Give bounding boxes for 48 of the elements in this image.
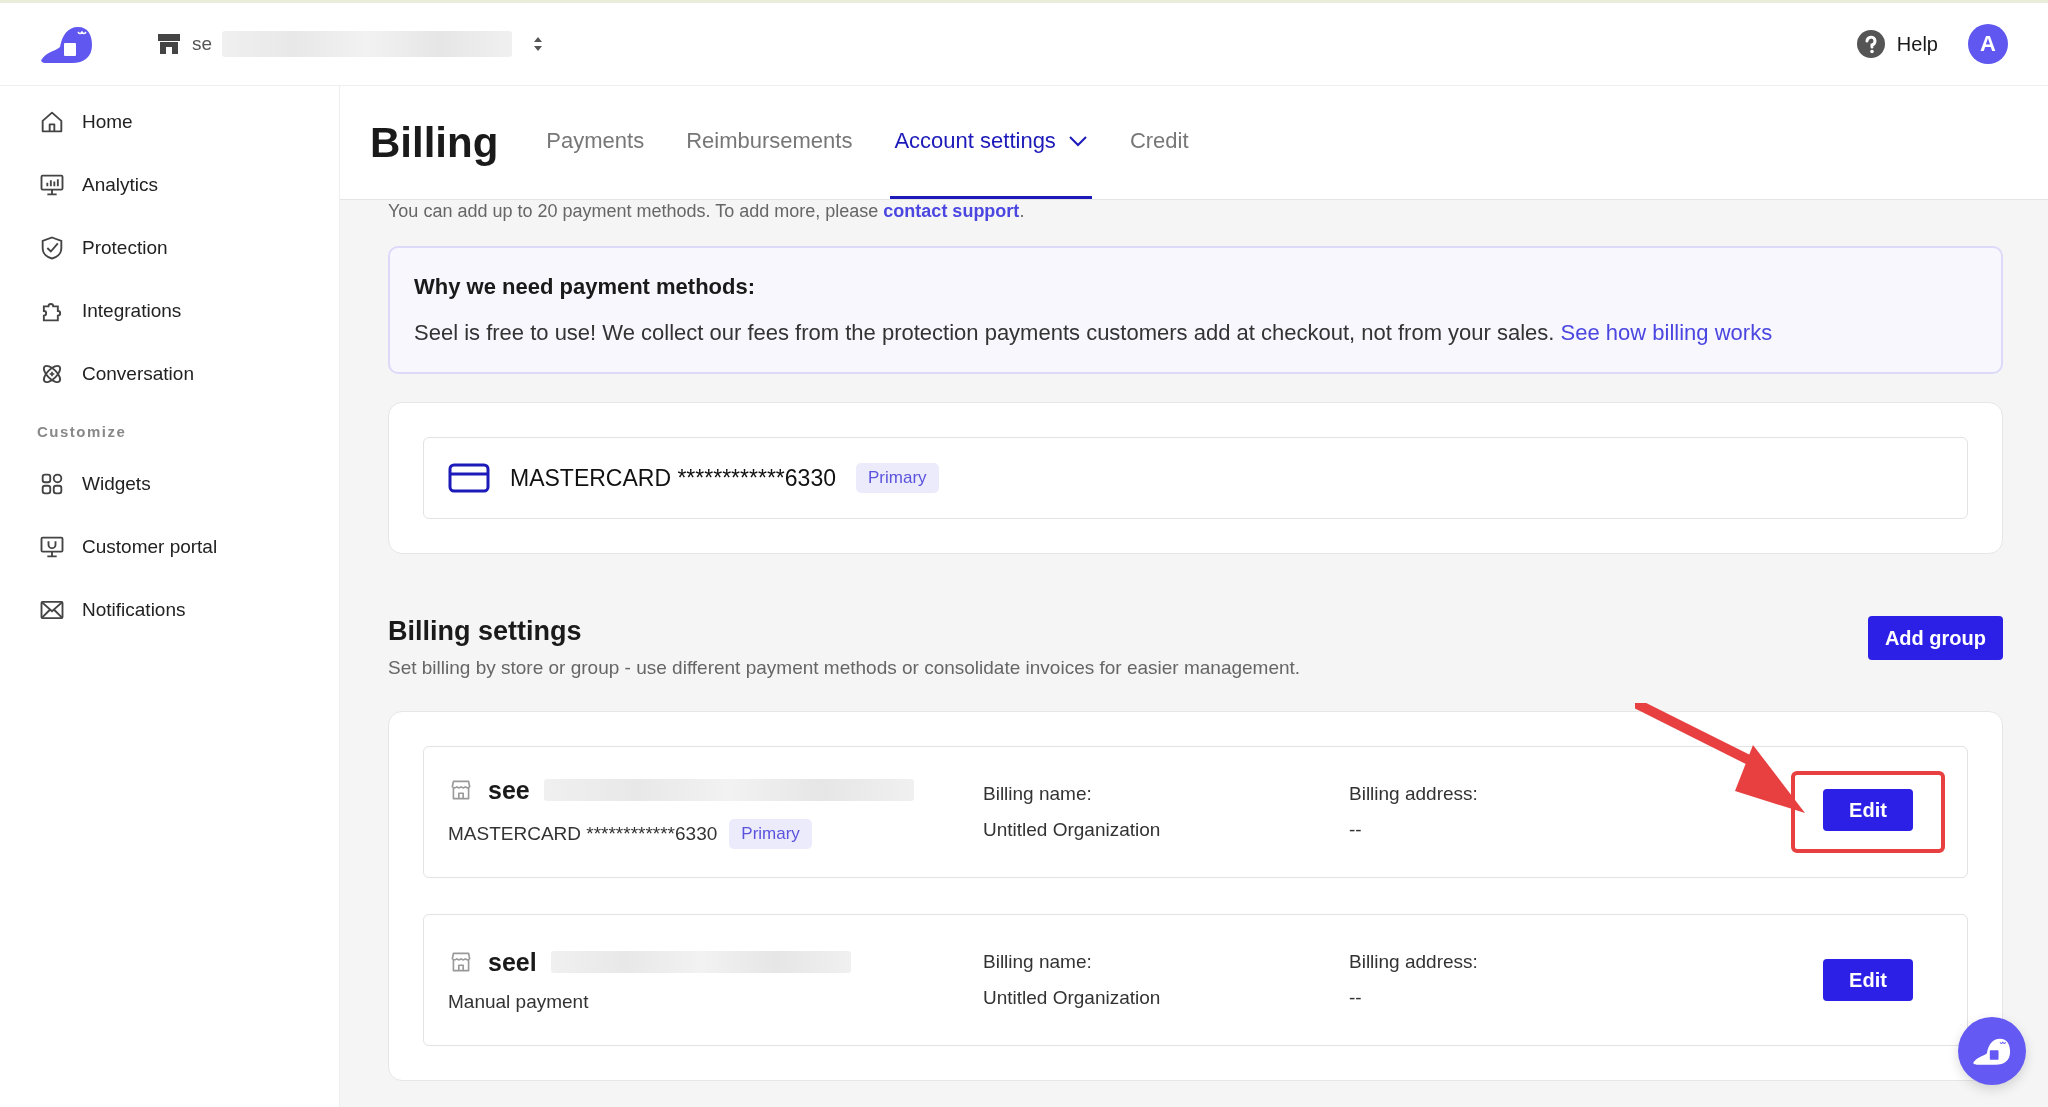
- field-label: Billing name:: [983, 951, 1093, 973]
- primary-badge: Primary: [729, 818, 812, 849]
- user-avatar[interactable]: A: [1968, 24, 2008, 64]
- sort-caret-icon[interactable]: [532, 35, 545, 53]
- field-label: Billing address:: [1349, 783, 1479, 805]
- page-title: Billing: [370, 118, 499, 167]
- primary-badge: Primary: [856, 463, 939, 493]
- store-name[interactable]: se: [192, 33, 213, 55]
- sidebar-item[interactable]: Integrations: [0, 279, 339, 342]
- edit-button[interactable]: Edit: [1823, 789, 1913, 831]
- info-title: Why we need payment methods:: [414, 274, 757, 300]
- field-label: Billing address:: [1349, 951, 1479, 973]
- sidebar-item[interactable]: Notifications: [0, 578, 339, 641]
- help-link[interactable]: Help: [1896, 32, 1938, 56]
- sidebar-item[interactable]: Widgets: [0, 452, 339, 515]
- contact-support-link[interactable]: contact support: [883, 201, 1020, 221]
- info-text: Seel is free to use! We collect our fees from the protection payments customers add at checkout, not from your sales. See how billing works: [414, 320, 1774, 346]
- field-value: Untitled Organization: [983, 987, 1162, 1009]
- chat-button[interactable]: [1958, 1017, 2026, 1085]
- section-title: Billing settings: [388, 616, 583, 647]
- section-label: Customize: [36, 422, 128, 442]
- field-value: --: [1349, 987, 1363, 1009]
- field-label: Billing name:: [983, 783, 1093, 805]
- edit-button[interactable]: Edit: [1823, 959, 1913, 1001]
- payment-method: Manual payment: [448, 990, 589, 1013]
- sidebar-item[interactable]: Analytics: [0, 153, 339, 216]
- sidebar-item[interactable]: Customer portal: [0, 515, 339, 578]
- card-label: MASTERCARD ************6330: [510, 464, 836, 492]
- sidebar-item[interactable]: Home: [0, 90, 339, 153]
- tab[interactable]: Payments: [542, 86, 649, 199]
- store-name: see: [488, 775, 530, 805]
- add-group-button[interactable]: Add group: [1867, 616, 2003, 660]
- info-text: You can add up to 20 payment methods. To add more, please contact support.: [388, 200, 1026, 222]
- tab[interactable]: Credit: [1125, 86, 1193, 199]
- payment-method: MASTERCARD ************6330: [448, 822, 718, 845]
- billing-link[interactable]: See how billing works: [1560, 320, 1773, 345]
- sidebar-item[interactable]: Conversation: [0, 342, 339, 405]
- help-icon[interactable]: [1856, 30, 1885, 58]
- section-description: Set billing by store or group - use different payment methods or consolidate invoices for easier management.: [388, 657, 1302, 679]
- chevron-down-icon: [1067, 135, 1088, 147]
- tab[interactable]: Account settings: [890, 86, 1092, 199]
- store-name: seel: [488, 947, 537, 977]
- credit-card-icon: [448, 463, 490, 493]
- storefront-icon: [156, 32, 182, 56]
- tab[interactable]: Reimbursements: [682, 86, 857, 199]
- sidebar-item[interactable]: Protection: [0, 216, 339, 279]
- field-value: --: [1349, 819, 1363, 841]
- field-value: Untitled Organization: [983, 819, 1162, 841]
